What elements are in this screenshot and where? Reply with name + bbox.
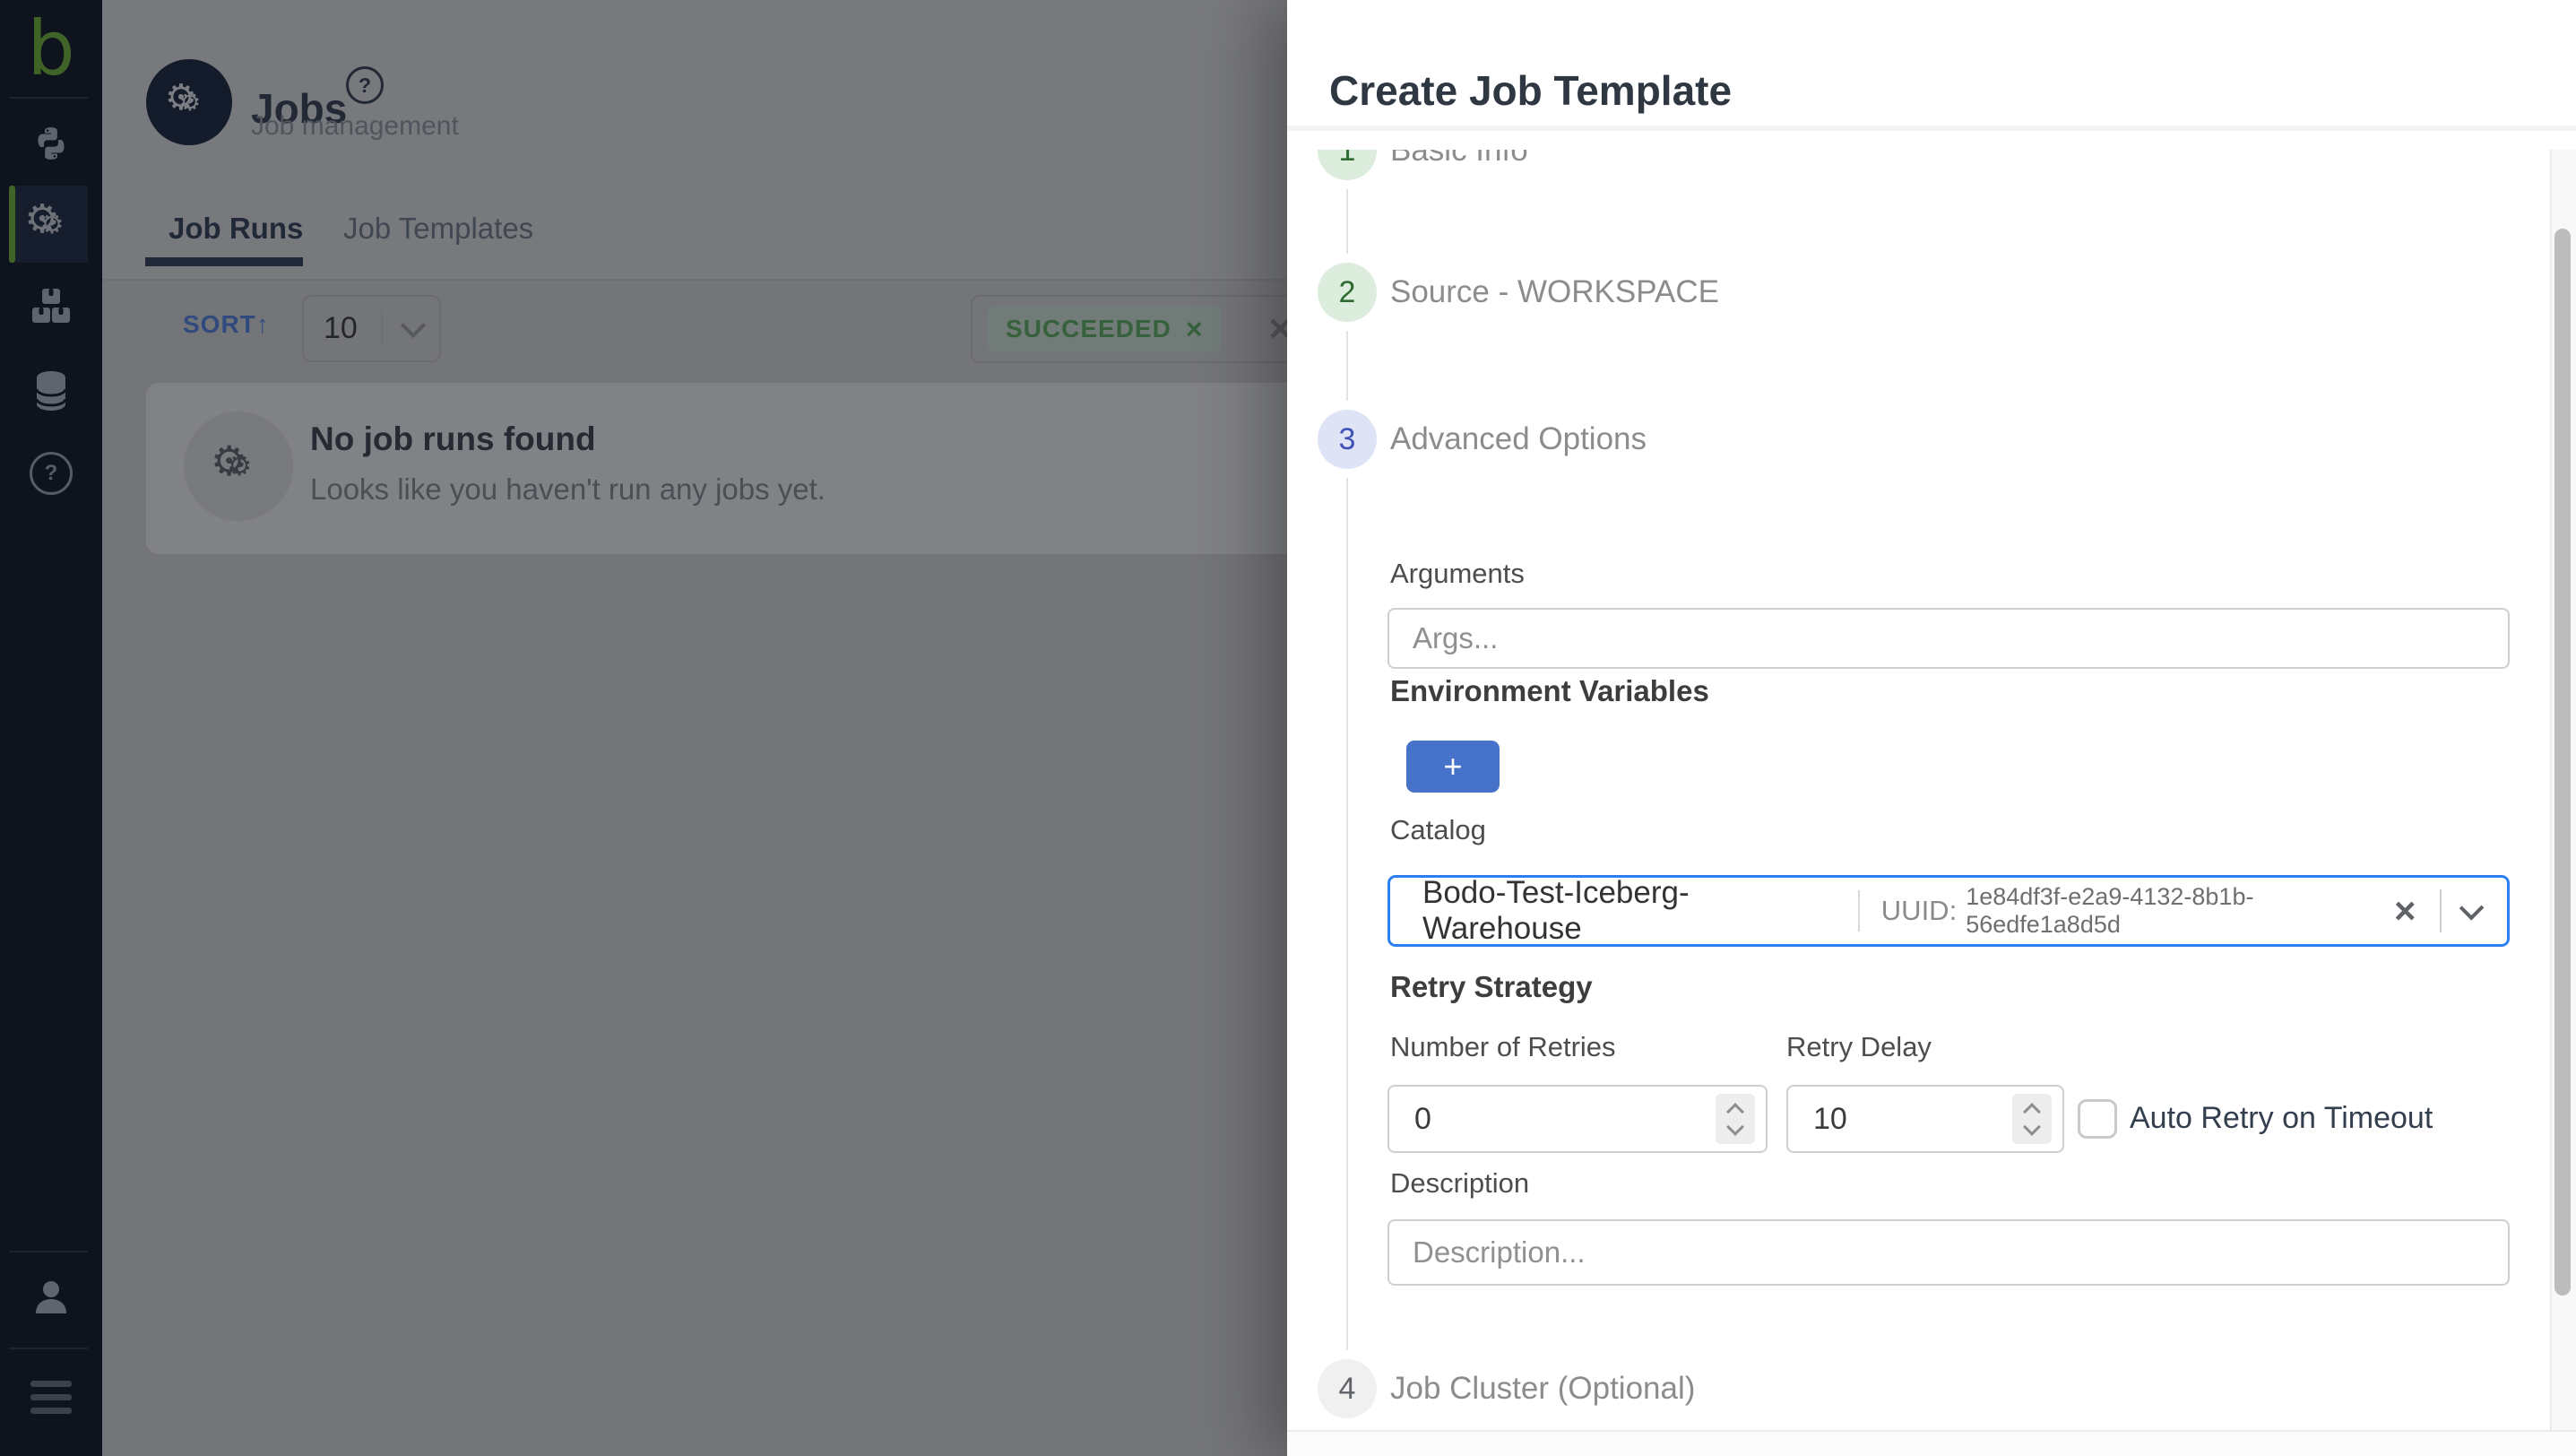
retries-label: Number of Retries <box>1390 1031 1616 1063</box>
arguments-input[interactable] <box>1387 608 2510 669</box>
number-stepper[interactable] <box>1716 1094 1755 1144</box>
description-label: Description <box>1390 1167 1529 1200</box>
retry-delay-label: Retry Delay <box>1786 1031 1932 1063</box>
step-1-label[interactable]: Basic Info <box>1390 150 1528 180</box>
retry-strategy-label: Retry Strategy <box>1390 970 1593 1004</box>
step-1-circle: 1 <box>1318 150 1377 180</box>
step-3-circle: 3 <box>1318 410 1377 469</box>
number-stepper[interactable] <box>2012 1094 2052 1144</box>
catalog-select[interactable]: Bodo-Test-Iceberg-Warehouse UUID: 1e84df… <box>1387 875 2510 947</box>
arguments-label: Arguments <box>1390 558 1525 590</box>
step-2-circle: 2 <box>1318 263 1377 322</box>
env-variables-label: Environment Variables <box>1390 674 1709 708</box>
auto-retry-checkbox[interactable] <box>2078 1099 2117 1139</box>
catalog-uuid-value: 1e84df3f-e2a9-4132-8b1b-56edfe1a8d5d <box>1966 883 2394 939</box>
description-input[interactable] <box>1387 1219 2510 1286</box>
retries-value: 0 <box>1414 1102 1716 1137</box>
step-3-label[interactable]: Advanced Options <box>1390 410 1647 469</box>
auto-retry-label: Auto Retry on Timeout <box>2130 1101 2433 1136</box>
drawer-title: Create Job Template <box>1329 66 1732 115</box>
catalog-clear-icon[interactable]: × <box>2394 892 2416 930</box>
step-2-label[interactable]: Source - WORKSPACE <box>1390 263 1719 322</box>
step-4-label[interactable]: Job Cluster (Optional) <box>1390 1359 1695 1418</box>
chevron-down-icon[interactable] <box>2459 896 2484 921</box>
retry-delay-value: 10 <box>1813 1102 2012 1137</box>
drawer-footer <box>1287 1432 2576 1456</box>
scrollbar-thumb[interactable] <box>2554 229 2571 1296</box>
app-root: b <box>0 0 2576 1456</box>
catalog-selected-value: Bodo-Test-Iceberg-Warehouse <box>1422 875 1835 947</box>
retry-delay-input[interactable]: 10 <box>1786 1085 2064 1153</box>
step-4-circle: 4 <box>1318 1359 1377 1418</box>
retries-input[interactable]: 0 <box>1387 1085 1768 1153</box>
create-job-template-drawer: Create Job Template 1 Basic Info 2 Sourc… <box>1287 0 2576 1456</box>
catalog-label: Catalog <box>1390 814 1486 846</box>
drawer-header-divider <box>1287 126 2576 131</box>
drawer-scroll-area[interactable]: 1 Basic Info 2 Source - WORKSPACE 3 Adva… <box>1287 150 2576 1456</box>
add-env-variable-button[interactable]: + <box>1406 741 1500 793</box>
catalog-uuid-label: UUID: <box>1881 895 1957 927</box>
